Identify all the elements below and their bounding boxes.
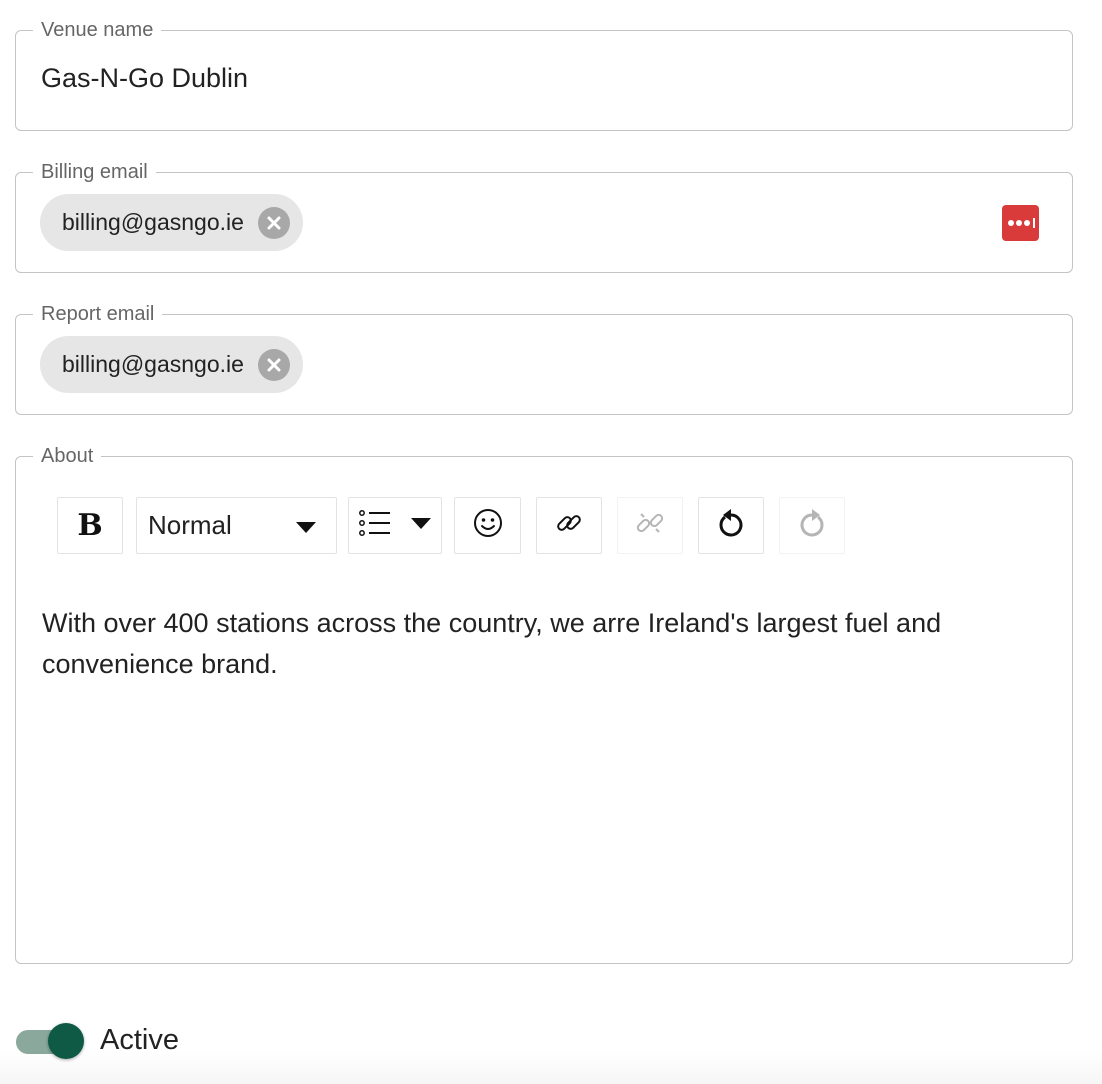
bold-icon: B — [77, 508, 103, 543]
emoji-button[interactable] — [454, 497, 521, 554]
chip-remove-icon[interactable] — [257, 348, 290, 381]
billing-email-chip: billing@gasngo.ie — [40, 194, 303, 251]
about-editor-field: About B Normal With over 400 stations ac… — [15, 443, 1073, 964]
unlink-icon — [635, 508, 665, 543]
undo-icon — [716, 507, 746, 544]
list-icon — [359, 509, 391, 542]
redo-icon — [797, 507, 827, 544]
chevron-down-icon — [411, 517, 431, 535]
list-dropdown-button[interactable] — [348, 497, 442, 554]
block-type-value: Normal — [148, 510, 232, 540]
active-label: Active — [100, 1024, 179, 1056]
link-button[interactable] — [536, 497, 602, 554]
report-email-field[interactable]: Report email billing@gasngo.ie — [15, 301, 1073, 415]
active-toggle[interactable] — [16, 1022, 86, 1060]
venue-name-input[interactable]: Gas-N-Go Dublin — [41, 63, 248, 94]
emoji-icon — [473, 508, 503, 543]
toggle-thumb — [48, 1023, 84, 1059]
bold-button[interactable]: B — [57, 497, 123, 554]
unlink-button[interactable] — [617, 497, 683, 554]
password-manager-icon[interactable] — [1002, 205, 1039, 241]
undo-button[interactable] — [698, 497, 764, 554]
report-email-chip: billing@gasngo.ie — [40, 336, 303, 393]
venue-name-field[interactable]: Venue name Gas-N-Go Dublin — [15, 17, 1073, 131]
report-email-chip-label: billing@gasngo.ie — [62, 351, 244, 377]
report-email-label: Report email — [33, 301, 163, 327]
chevron-down-icon — [296, 510, 316, 541]
block-type-select[interactable]: Normal — [136, 497, 337, 554]
venue-name-label: Venue name — [33, 17, 162, 43]
about-label: About — [33, 443, 102, 469]
link-icon — [554, 508, 584, 543]
chip-remove-icon[interactable] — [257, 206, 290, 239]
billing-email-label: Billing email — [33, 159, 156, 185]
billing-email-field[interactable]: Billing email billing@gasngo.ie — [15, 159, 1073, 273]
billing-email-chip-label: billing@gasngo.ie — [62, 209, 244, 235]
redo-button[interactable] — [779, 497, 845, 554]
about-editor-content[interactable]: With over 400 stations across the countr… — [42, 603, 1042, 685]
